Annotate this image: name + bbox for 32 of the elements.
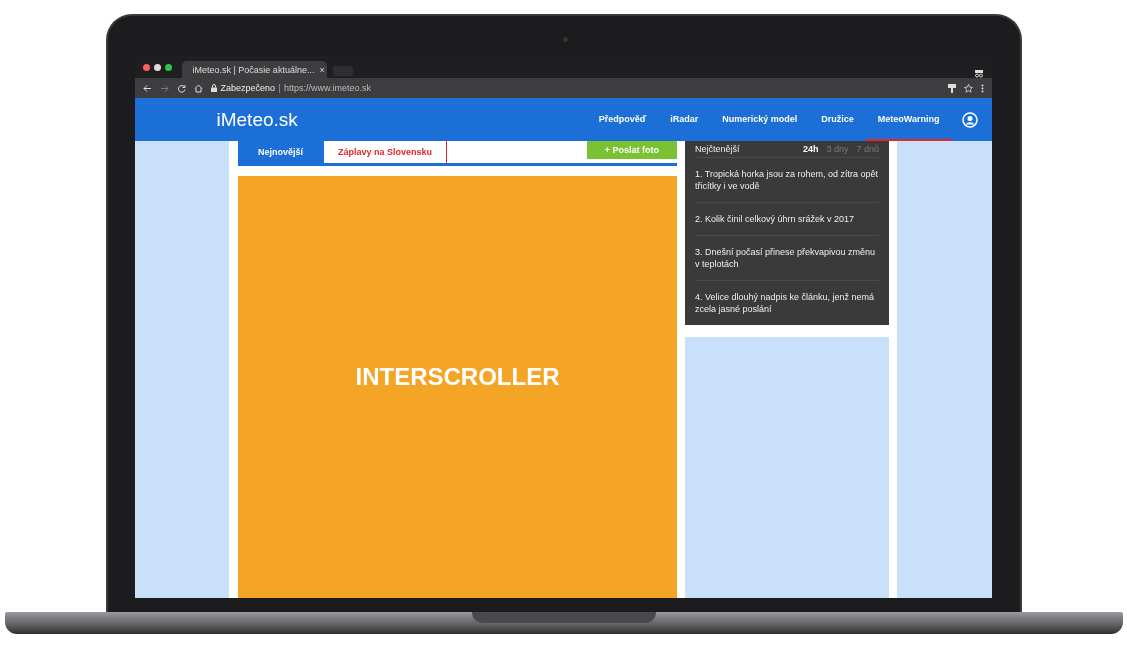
nav-link[interactable]: Numerický model	[710, 98, 810, 141]
nav-link[interactable]: iRadar	[658, 98, 711, 141]
more-menu-icon[interactable]	[980, 83, 984, 93]
article-link[interactable]: 2. Kolik činil celkový úhrn srážek v 2017	[695, 202, 879, 235]
reload-icon[interactable]	[176, 83, 186, 93]
lock-icon	[210, 84, 217, 92]
bookmark-star-icon[interactable]	[963, 83, 973, 93]
news-tab[interactable]: Záplavy na Slovensku	[324, 141, 448, 163]
security-label: Zabezpečeno	[220, 83, 276, 93]
ad-label: INTERSCROLLER	[355, 363, 560, 391]
article-link[interactable]: 1. Tropická horka jsou za rohem, od zítra opět třicítky i ve vodě	[695, 157, 879, 202]
incognito-icon	[973, 68, 984, 78]
address-bar[interactable]: https://www.imeteo.sk	[284, 83, 372, 93]
panel-title: Nejčtenější	[695, 144, 740, 154]
article-link[interactable]: 4. Velice dlouhý nadpis ke článku, jenž nemá zcela jasné poslání	[695, 280, 879, 325]
user-icon[interactable]	[961, 111, 978, 128]
key-icon[interactable]	[947, 83, 956, 93]
home-icon[interactable]	[193, 83, 203, 93]
browser-tab[interactable]: iMeteo.sk | Počasie aktuálne... ×	[181, 61, 327, 78]
tab-title: iMeteo.sk | Počasie aktuálne...	[192, 64, 315, 75]
forward-icon[interactable]	[159, 83, 169, 93]
maximize-window-icon[interactable]	[164, 63, 172, 71]
tab-close-button[interactable]: ×	[319, 64, 325, 75]
nav-link[interactable]: Předpověď	[586, 98, 659, 141]
minimize-window-icon[interactable]	[153, 63, 161, 71]
back-icon[interactable]	[142, 83, 152, 93]
nav-link[interactable]: Družice	[809, 98, 866, 141]
close-window-icon[interactable]	[142, 63, 150, 71]
period-tab[interactable]: 24h	[802, 144, 819, 154]
site-logo[interactable]: iMeteo.sk	[216, 108, 298, 131]
article-link[interactable]: 3. Dnešní počasí přinese překvapivou změnu v teplotách	[695, 235, 879, 280]
news-tab[interactable]: Nejnovější	[238, 141, 325, 163]
